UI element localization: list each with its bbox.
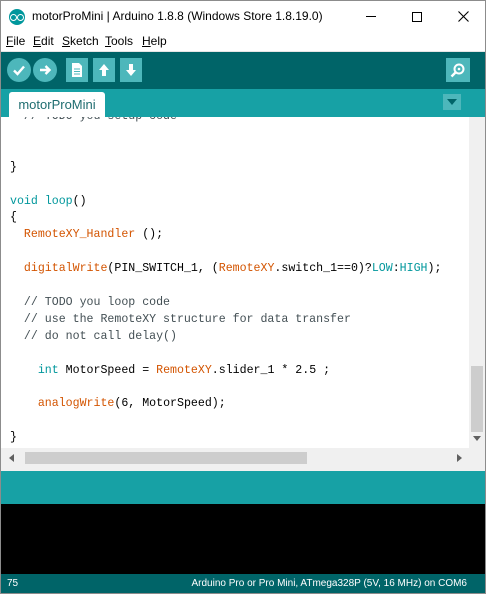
close-button[interactable] (440, 1, 485, 32)
open-button[interactable] (93, 58, 115, 82)
serial-monitor-button[interactable] (446, 58, 470, 82)
maximize-button[interactable] (394, 1, 440, 32)
open-arrow-up-icon (99, 64, 109, 76)
code-keyword: int (37, 363, 59, 377)
arduino-ide-window: motorProMini | Arduino 1.8.8 (Windows St… (0, 0, 486, 594)
code-line: // TODO you setup code (10, 117, 177, 123)
chevron-down-icon (447, 99, 457, 105)
menu-tools-label: ools (111, 34, 134, 48)
console-output[interactable] (1, 504, 485, 574)
code-keyword: void (10, 194, 38, 208)
tab-label: motorProMini (18, 97, 96, 112)
code-comment: // TODO you loop code (10, 295, 171, 309)
tab-motorpromini[interactable]: motorProMini (9, 92, 105, 117)
message-bar (1, 471, 485, 504)
tab-menu-button[interactable] (443, 94, 461, 110)
menu-tools[interactable]: Tools (105, 34, 133, 48)
toolbar (1, 52, 485, 89)
maximize-icon (412, 11, 422, 22)
tab-strip: motorProMini (1, 89, 485, 117)
new-sketch-button[interactable] (66, 58, 88, 82)
scrollbar-corner (469, 448, 485, 467)
scroll-down-arrow-icon[interactable] (473, 436, 481, 441)
close-icon (457, 11, 469, 22)
scroll-left-arrow-icon[interactable] (9, 454, 14, 462)
code-keyword: loop (44, 194, 73, 208)
horizontal-scroll-thumb[interactable] (25, 452, 307, 464)
menu-file-label: ile (13, 34, 26, 48)
menu-edit[interactable]: Edit (33, 34, 54, 48)
code-comment: // use the RemoteXY structure for data t… (10, 312, 351, 326)
save-arrow-down-icon (126, 64, 136, 76)
new-file-icon (72, 63, 82, 77)
code-function: digitalWrite (23, 262, 108, 276)
vertical-scrollbar[interactable] (469, 117, 485, 448)
code-function: RemoteXY (156, 363, 212, 377)
minimize-icon (366, 16, 376, 17)
code-literal: LOW (371, 262, 393, 276)
menu-sketch[interactable]: Sketch (62, 34, 99, 48)
board-info: Arduino Pro or Pro Mini, ATmega328P (5V,… (191, 578, 468, 589)
menu-help-mnemonic: H (142, 34, 151, 48)
vertical-scroll-thumb[interactable] (471, 366, 483, 432)
menu-edit-label: dit (41, 34, 54, 48)
code-line: } (10, 160, 17, 174)
minimize-button[interactable] (348, 1, 394, 32)
upload-arrow-icon (40, 65, 52, 75)
menu-help-label: elp (150, 34, 167, 48)
upload-button[interactable] (33, 58, 57, 82)
verify-icon (13, 65, 25, 76)
magnifier-icon (450, 63, 465, 78)
window-title: motorProMini | Arduino 1.8.8 (Windows St… (32, 9, 323, 23)
code-comment: // do not call delay() (10, 329, 177, 343)
menu-sketch-mnemonic: S (62, 34, 71, 48)
code-text: // TODO you setup code } void loop() { R… (10, 117, 441, 447)
line-number: 75 (7, 578, 19, 589)
verify-button[interactable] (7, 58, 31, 82)
menu-help[interactable]: Help (142, 34, 167, 48)
menu-sketch-label: ketch (70, 34, 99, 48)
code-function: analogWrite (37, 397, 115, 411)
code-editor[interactable]: // TODO you setup code } void loop() { R… (1, 117, 469, 448)
menu-bar: File Edit Sketch Tools Help (1, 32, 485, 52)
code-literal: HIGH (399, 262, 428, 276)
arduino-app-icon (9, 9, 25, 25)
title-bar: motorProMini | Arduino 1.8.8 (Windows St… (1, 1, 485, 32)
status-footer: 75 Arduino Pro or Pro Mini, ATmega328P (… (1, 574, 485, 593)
save-button[interactable] (120, 58, 142, 82)
code-function: RemoteXY_Handler (23, 228, 136, 242)
menu-file[interactable]: File (6, 34, 25, 48)
menu-edit-mnemonic: E (33, 34, 42, 48)
horizontal-scrollbar[interactable] (1, 448, 469, 467)
code-function: RemoteXY (218, 262, 275, 276)
scroll-right-arrow-icon[interactable] (457, 454, 462, 462)
